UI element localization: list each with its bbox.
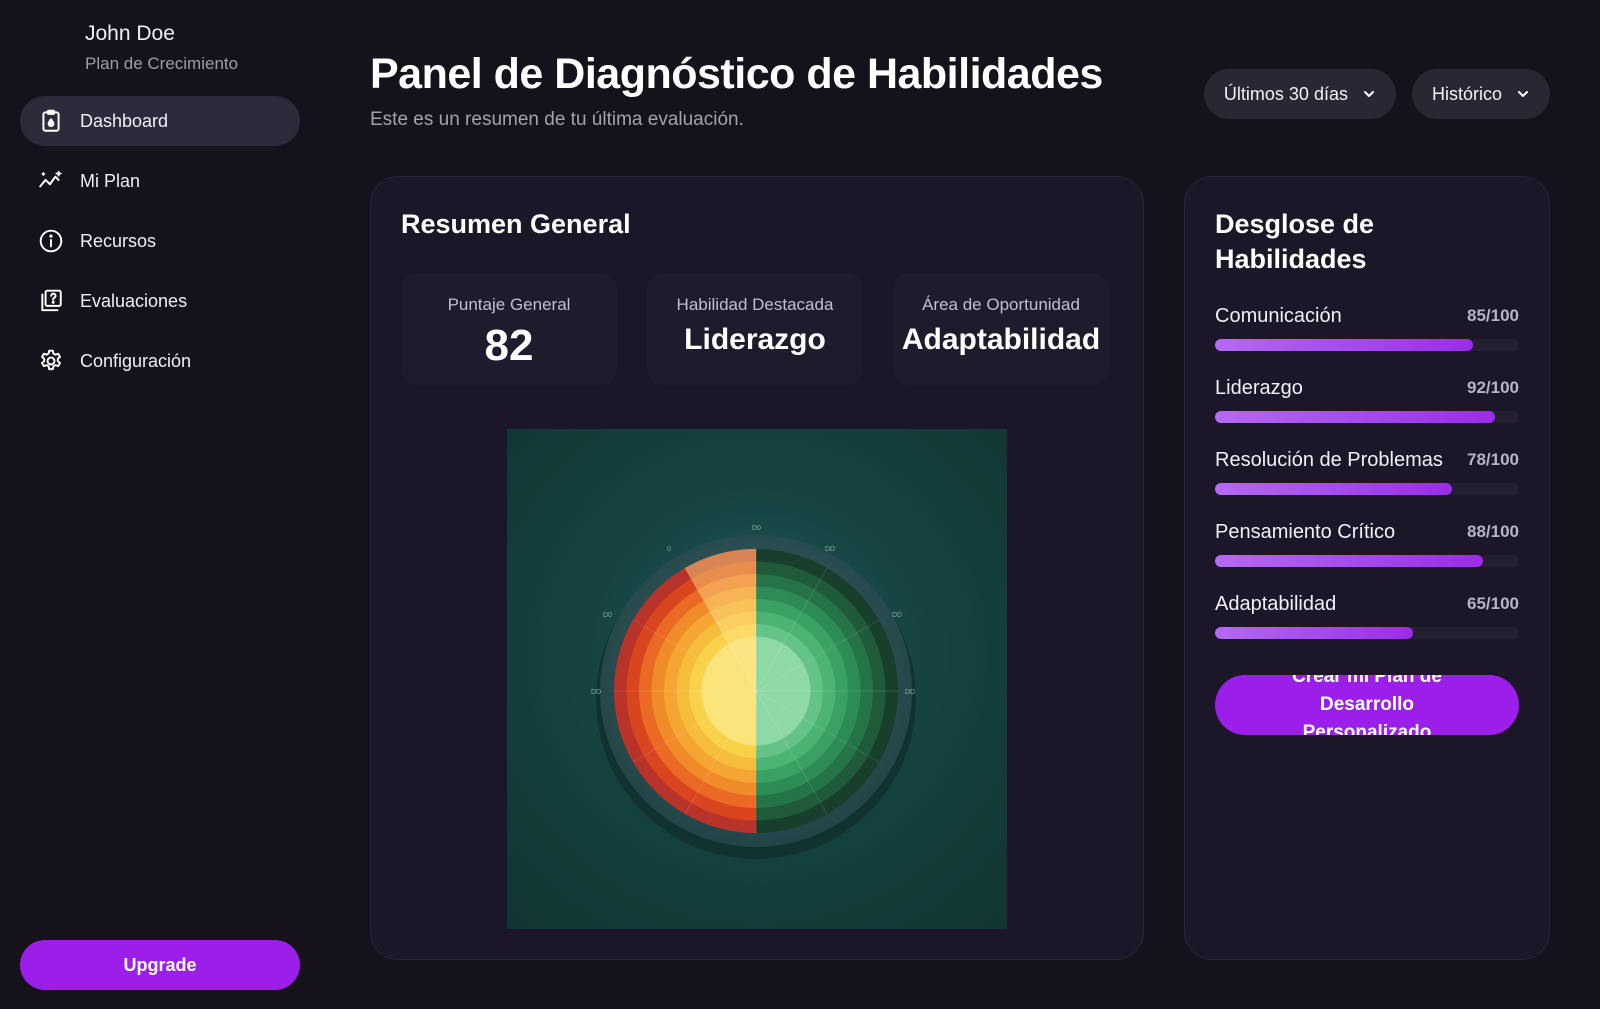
skill-row-resolucion: Resolución de Problemas 78/100	[1215, 449, 1519, 501]
gear-icon	[36, 346, 66, 376]
skill-progress-fill	[1215, 411, 1495, 423]
trend-icon	[36, 166, 66, 196]
period-dropdown-label: Últimos 30 días	[1223, 83, 1348, 104]
skill-progress-track	[1215, 339, 1519, 351]
create-plan-button[interactable]: Crear mi Plan de Desarrollo Personalizad…	[1215, 675, 1519, 735]
skills-wheel-graphic: D0 DD 0 D0 DD DD DD	[591, 525, 916, 859]
svg-text:0: 0	[667, 546, 671, 553]
opportunity-area-stat: Área de Oportunidad Adaptabilidad	[893, 273, 1109, 385]
user-plan: Plan de Crecimiento	[85, 54, 239, 73]
stat-value: 82	[484, 321, 534, 370]
overall-score-stat: Puntaje General 82	[401, 273, 617, 385]
page-subtitle: Este es un resumen de tu última evaluaci…	[370, 109, 744, 130]
sidebar-item-recursos[interactable]: Recursos	[20, 216, 300, 266]
stat-label: Área de Oportunidad	[922, 295, 1080, 314]
skill-score: 65/100	[1467, 594, 1519, 613]
skill-name: Comunicación	[1215, 305, 1342, 327]
skills-breakdown-card: Desglose de Habilidades Comunicación 85/…	[1184, 176, 1550, 960]
skills-wheel-image: D0 DD 0 D0 DD DD DD	[507, 429, 1007, 929]
skill-row-pensamiento: Pensamiento Crítico 88/100	[1215, 521, 1519, 573]
page-header: Panel de Diagnóstico de Habilidades Este…	[370, 50, 1103, 131]
svg-text:DD: DD	[825, 546, 835, 553]
skill-progress-track	[1215, 555, 1519, 567]
sidebar-item-label: Configuración	[80, 350, 192, 371]
skill-name: Adaptabilidad	[1215, 593, 1337, 615]
skill-progress-track	[1215, 627, 1519, 639]
view-dropdown-label: Histórico	[1431, 83, 1502, 104]
skill-progress-fill	[1215, 555, 1483, 567]
quiz-icon	[36, 286, 66, 316]
sidebar-nav: Dashboard Mi Plan Recursos Evaluaciones …	[20, 96, 300, 396]
stat-value: Adaptabilidad	[901, 323, 1101, 356]
skill-score: 85/100	[1467, 306, 1519, 325]
skill-score: 92/100	[1467, 378, 1519, 397]
info-icon	[36, 226, 66, 256]
stat-label: Puntaje General	[447, 295, 571, 314]
skill-progress-track	[1215, 411, 1519, 423]
svg-text:D0: D0	[752, 525, 761, 532]
top-skill-stat: Habilidad Destacada Liderazgo	[647, 273, 863, 385]
period-dropdown[interactable]: Últimos 30 días	[1203, 69, 1396, 119]
chevron-down-icon	[1363, 91, 1374, 97]
sidebar-item-configuracion[interactable]: Configuración	[20, 336, 300, 386]
skill-name: Pensamiento Crítico	[1215, 521, 1396, 543]
clipboard-icon	[36, 106, 66, 136]
upgrade-button[interactable]: Upgrade	[20, 940, 300, 990]
app-root: John Doe Plan de Crecimiento Dashboard M…	[0, 0, 1600, 1009]
sidebar-item-label: Dashboard	[80, 110, 169, 131]
stat-value: Liderazgo	[684, 323, 826, 356]
sidebar-item-evaluaciones[interactable]: Evaluaciones	[20, 276, 300, 326]
chevron-down-icon	[1518, 91, 1528, 97]
sidebar-item-label: Evaluaciones	[80, 290, 188, 311]
breakdown-title: Desglose de Habilidades	[1215, 209, 1375, 274]
skill-progress-fill	[1215, 483, 1453, 495]
skill-score: 88/100	[1467, 522, 1519, 541]
skill-row-liderazgo: Liderazgo 92/100	[1215, 377, 1519, 429]
skill-progress-fill	[1215, 627, 1413, 639]
svg-text:DD: DD	[591, 689, 601, 696]
skill-name: Liderazgo	[1215, 377, 1303, 399]
skill-progress-track	[1215, 483, 1519, 495]
sidebar-item-mi-plan[interactable]: Mi Plan	[20, 156, 300, 206]
user-name: John Doe	[85, 22, 175, 45]
skill-row-comunicacion: Comunicación 85/100	[1215, 305, 1519, 357]
skill-score: 78/100	[1467, 450, 1519, 469]
user-profile: John Doe Plan de Crecimiento	[85, 22, 238, 74]
svg-text:D0: D0	[603, 612, 612, 619]
sidebar-item-dashboard[interactable]: Dashboard	[20, 96, 300, 146]
svg-text:DD: DD	[892, 612, 902, 619]
sidebar-item-label: Recursos	[80, 230, 157, 251]
overview-card: Resumen General Puntaje General 82 Habil…	[370, 176, 1144, 960]
stat-label: Habilidad Destacada	[676, 295, 834, 314]
page-title: Panel de Diagnóstico de Habilidades	[370, 50, 1103, 98]
sidebar-item-label: Mi Plan	[80, 170, 141, 191]
svg-text:DD: DD	[905, 689, 915, 696]
skill-progress-fill	[1215, 339, 1474, 351]
skill-name: Resolución de Problemas	[1215, 449, 1443, 471]
overview-title: Resumen General	[401, 209, 631, 239]
sidebar: John Doe Plan de Crecimiento Dashboard M…	[0, 0, 320, 1009]
filter-bar: Últimos 30 días Histórico	[1203, 69, 1550, 119]
skill-row-adaptabilidad: Adaptabilidad 65/100	[1215, 593, 1519, 645]
view-dropdown[interactable]: Histórico	[1411, 69, 1550, 119]
